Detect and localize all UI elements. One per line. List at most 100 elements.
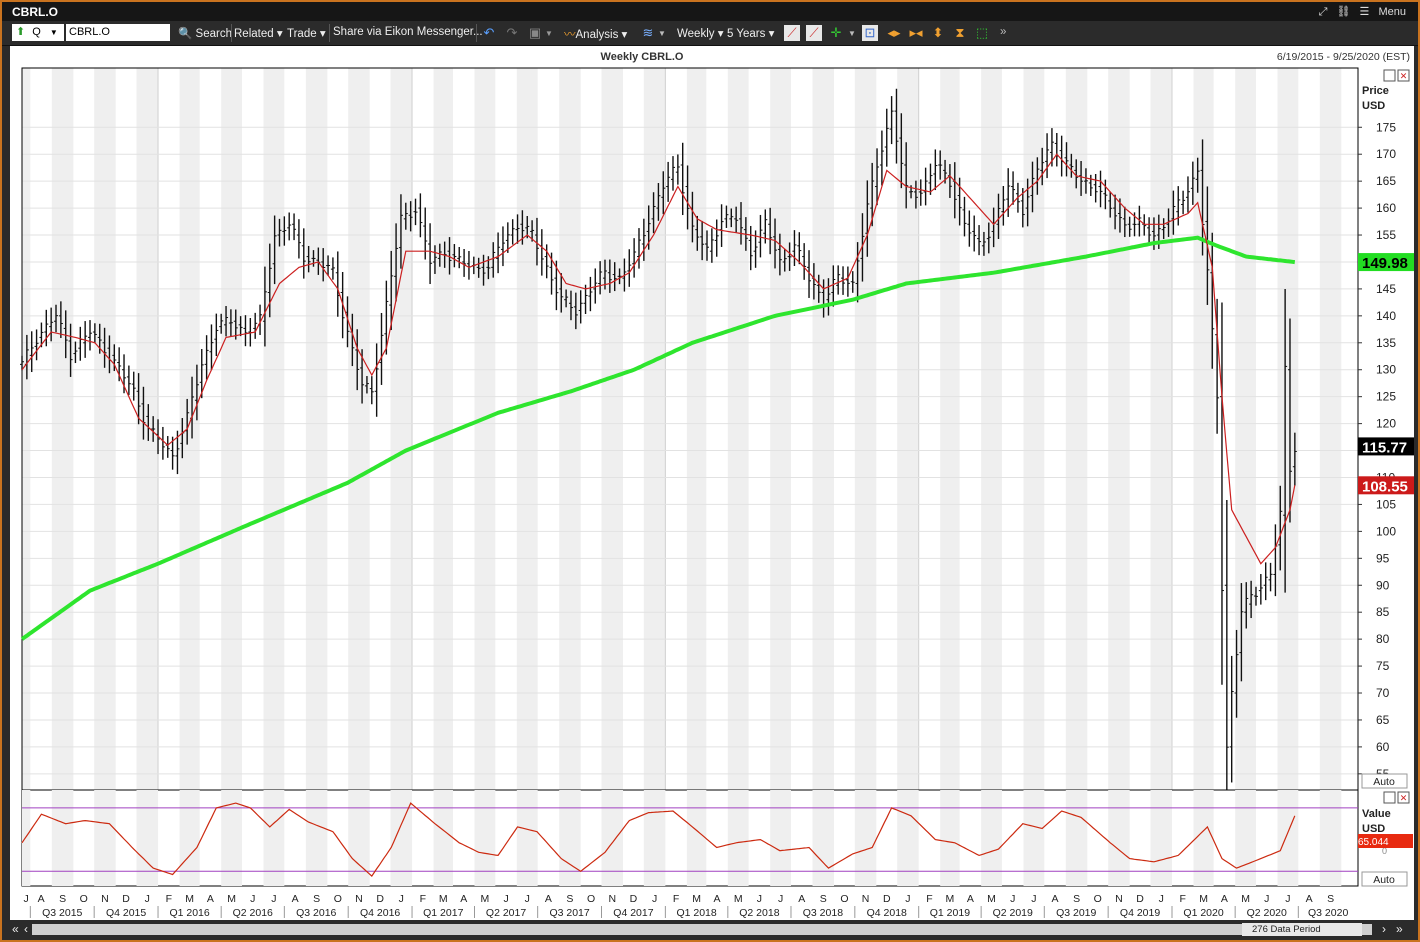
- toolbar-divider: [231, 24, 232, 42]
- month-tick-label: J: [1010, 893, 1015, 905]
- link-icon[interactable]: ⛓: [1337, 6, 1351, 18]
- time-scrollbar[interactable]: [32, 924, 1372, 935]
- compare-chart-icon[interactable]: ⟋: [806, 25, 822, 41]
- oscillator-auto-label: Auto: [1373, 874, 1395, 886]
- compress-icon[interactable]: ▸◂: [908, 25, 924, 41]
- analysis-menu[interactable]: 〰Analysis ▾: [564, 26, 627, 42]
- month-band: [1150, 68, 1173, 790]
- oscillator-maximize-icon[interactable]: [1383, 791, 1396, 804]
- quarter-tick-label: Q2 2019: [993, 907, 1033, 919]
- month-tick-label: M: [734, 893, 743, 905]
- month-band: [727, 68, 749, 790]
- redo-icon[interactable]: ↷: [504, 25, 520, 41]
- month-tick-label: M: [1241, 893, 1250, 905]
- month-band: [433, 68, 453, 790]
- quarter-tick-label: Q1 2018: [676, 907, 716, 919]
- month-band: [854, 68, 877, 790]
- month-tick-label: A: [1221, 893, 1228, 905]
- month-band: [348, 68, 370, 790]
- scroll-right-icon[interactable]: ›: [1382, 922, 1386, 936]
- month-tick-label: F: [673, 893, 679, 905]
- camera-icon[interactable]: ▣: [527, 25, 543, 41]
- price-auto-label: Auto: [1373, 776, 1395, 788]
- month-tick-label: O: [1094, 893, 1102, 905]
- month-tick-label: J: [1159, 893, 1164, 905]
- month-tick-label: F: [166, 893, 172, 905]
- price-tick-label: 130: [1376, 363, 1396, 377]
- price-tick-label: 75: [1376, 659, 1390, 673]
- maximize-panel-icon[interactable]: [1383, 69, 1396, 82]
- month-tick-label: A: [38, 893, 45, 905]
- range-select[interactable]: 5 Years ▾: [727, 26, 774, 40]
- ric-input[interactable]: CBRL.O: [66, 24, 170, 41]
- quarter-tick-label: Q4 2017: [613, 907, 653, 919]
- scroll-left-right-icon[interactable]: ◂▸: [886, 25, 902, 41]
- month-tick-label: S: [1327, 893, 1334, 905]
- more-tools-icon[interactable]: »: [1000, 26, 1006, 38]
- month-tick-label: F: [420, 893, 426, 905]
- month-band: [51, 68, 74, 790]
- undo-icon[interactable]: ↶: [481, 25, 497, 41]
- camera-chevron-icon[interactable]: ▼: [545, 29, 553, 38]
- month-band: [643, 68, 666, 790]
- data-period[interactable]: 276 Data Period: [1242, 923, 1362, 936]
- month-tick-label: O: [80, 893, 88, 905]
- price-tick-label: 155: [1376, 228, 1396, 242]
- scroll-left-icon[interactable]: ‹: [24, 922, 28, 936]
- pin-icon[interactable]: ⤢: [1319, 6, 1328, 18]
- price-tick-label: 145: [1376, 282, 1396, 296]
- scroll-start-icon[interactable]: «: [12, 922, 19, 936]
- month-tick-label: J: [271, 893, 276, 905]
- chart-window: CBRL.O ⤢ ⛓ ☰ Menu ⬆ Q ▼ CBRL.O 🔍 Search …: [0, 0, 1420, 942]
- quarter-tick-label: Q3 2020: [1308, 907, 1348, 919]
- month-band: [221, 68, 243, 790]
- month-tick-label: N: [608, 893, 616, 905]
- analysis-label: Analysis: [575, 29, 619, 41]
- search-button[interactable]: 🔍 Search: [178, 26, 232, 40]
- compress-vertical-icon[interactable]: ⧗: [952, 25, 968, 41]
- price-axis-label: Price: [1362, 85, 1389, 97]
- quarter-tick-label: Q3 2018: [803, 907, 843, 919]
- crosshair-icon[interactable]: ✛: [828, 25, 844, 41]
- month-tick-label: A: [714, 893, 721, 905]
- month-tick-label: S: [313, 893, 320, 905]
- expand-vertical-icon[interactable]: ⬍: [930, 25, 946, 41]
- month-band: [263, 68, 285, 790]
- month-tick-label: M: [946, 893, 955, 905]
- select-icon[interactable]: ⬚: [974, 25, 990, 41]
- quote-type-select[interactable]: ⬆ Q ▼: [12, 24, 64, 41]
- price-tick-label: 65: [1376, 713, 1390, 727]
- line-chart-icon[interactable]: ⟋: [784, 25, 800, 41]
- month-tick-label: J: [757, 893, 762, 905]
- statusbar: « ‹ 276 Data Period › »: [2, 920, 1418, 940]
- oscillator-unit: USD: [1362, 823, 1385, 835]
- oscillator-label: Value: [1362, 808, 1391, 820]
- chart-svg[interactable]: Weekly CBRL.O 6/19/2015 - 9/25/2020 (EST…: [10, 46, 1414, 920]
- related-menu[interactable]: Related ▾: [234, 26, 283, 40]
- price-tick-label: 160: [1376, 201, 1396, 215]
- scroll-end-icon[interactable]: »: [1396, 922, 1403, 936]
- zoom-box-icon[interactable]: ⊡: [862, 25, 878, 41]
- crosshair-chevron-icon[interactable]: ▼: [848, 29, 856, 38]
- chart-type-chevron-icon[interactable]: ▼: [658, 29, 666, 38]
- trade-label: Trade: [287, 28, 317, 40]
- menu-button[interactable]: ☰ Menu: [1360, 6, 1406, 18]
- interval-select[interactable]: Weekly ▾: [677, 26, 723, 40]
- quarter-tick-label: Q2 2018: [739, 907, 779, 919]
- oscillator-panel-controls: ✕: [1383, 791, 1410, 804]
- chart-area[interactable]: Weekly CBRL.O 6/19/2015 - 9/25/2020 (EST…: [10, 46, 1414, 920]
- month-band: [474, 68, 496, 790]
- share-button[interactable]: Share via Eikon Messenger...: [333, 26, 483, 38]
- month-band: [390, 68, 413, 790]
- price-tick-label: 100: [1376, 524, 1396, 538]
- trade-menu[interactable]: Trade ▾: [287, 26, 326, 40]
- month-tick-label: F: [1180, 893, 1186, 905]
- chevron-down-icon[interactable]: ▼: [50, 28, 58, 37]
- chart-type-icon[interactable]: ≋: [640, 25, 656, 41]
- price-tick-label: 140: [1376, 309, 1396, 323]
- month-tick-label: D: [376, 893, 384, 905]
- window-title: CBRL.O: [12, 5, 58, 19]
- quarter-tick-label: Q4 2015: [106, 907, 146, 919]
- month-tick-label: J: [399, 893, 404, 905]
- month-tick-label: S: [820, 893, 827, 905]
